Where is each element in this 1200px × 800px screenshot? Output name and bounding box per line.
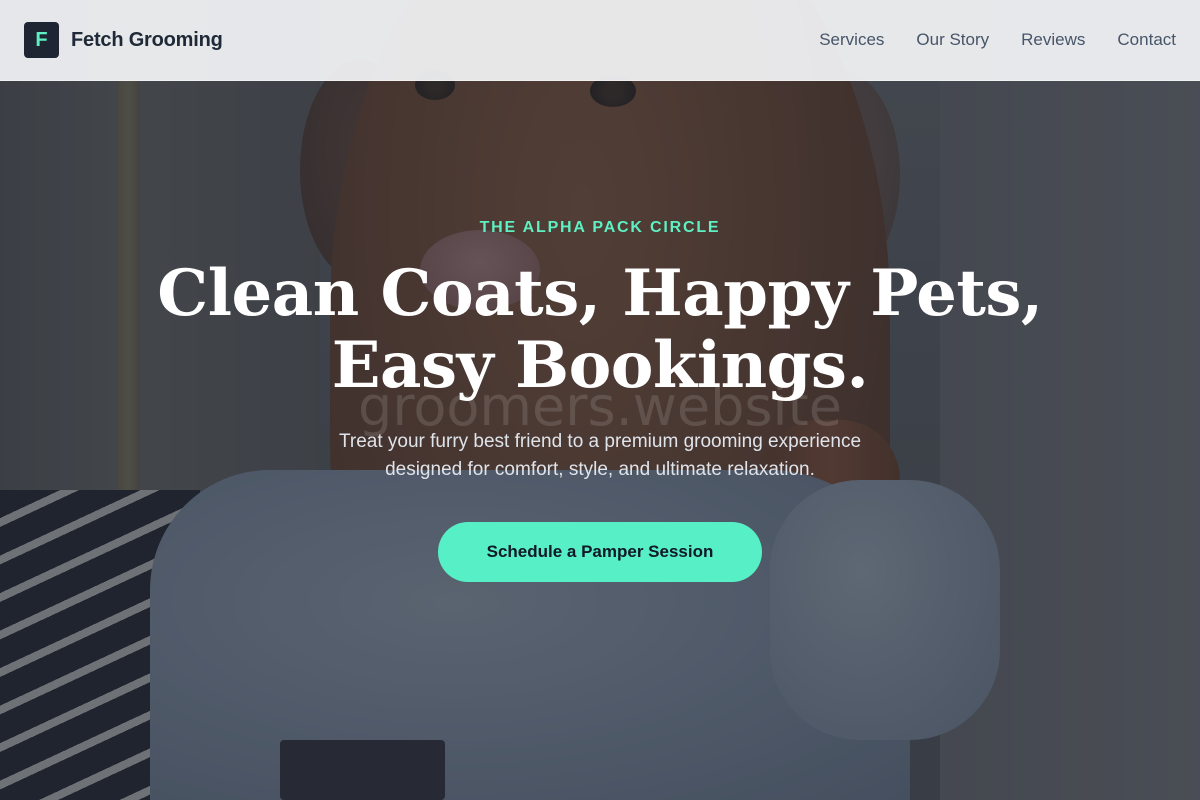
schedule-session-button[interactable]: Schedule a Pamper Session: [438, 522, 762, 582]
hero-section: THE ALPHA PACK CIRCLE Clean Coats, Happy…: [0, 0, 1200, 800]
hero-eyebrow: THE ALPHA PACK CIRCLE: [479, 219, 721, 236]
hero-headline-line-1: Clean Coats, Happy Pets,: [157, 256, 1043, 331]
hero-subtext: Treat your furry best friend to a premiu…: [338, 431, 862, 480]
